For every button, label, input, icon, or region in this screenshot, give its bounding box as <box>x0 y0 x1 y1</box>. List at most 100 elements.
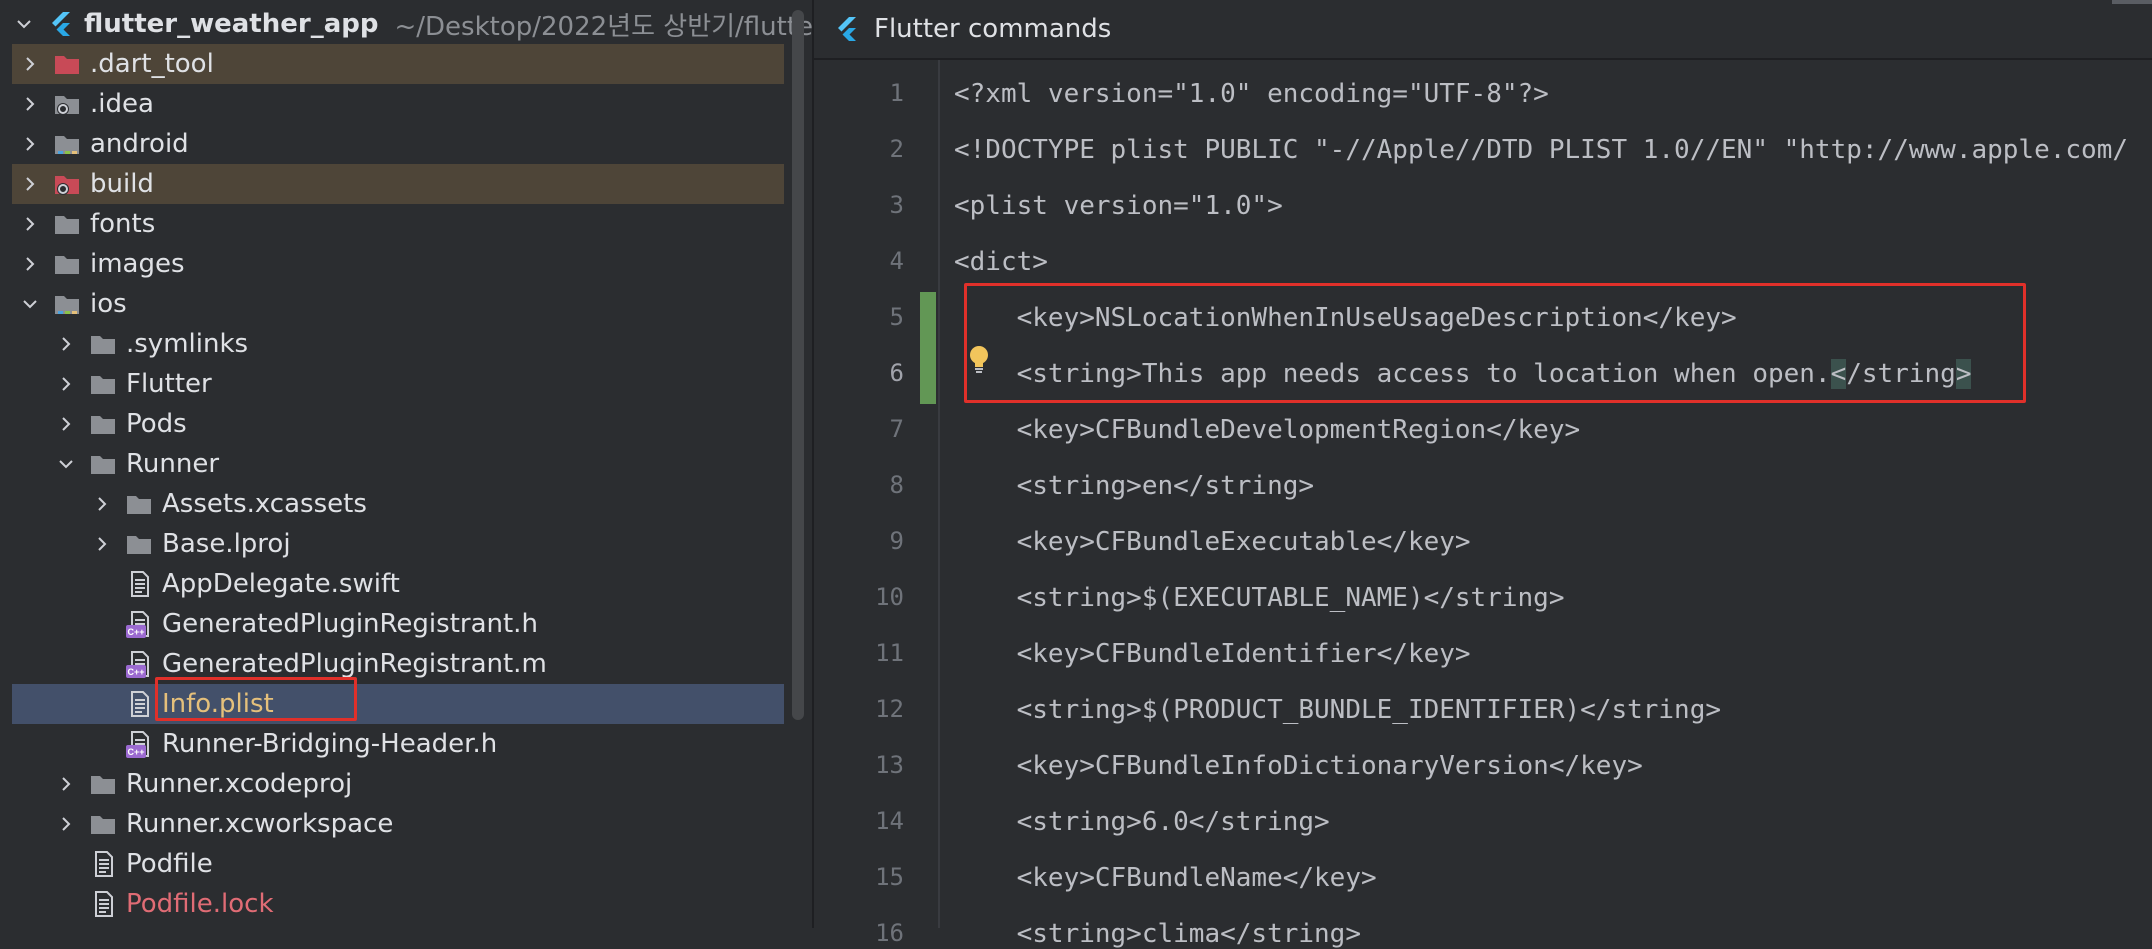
code-line[interactable]: <key>CFBundleName</key> <box>954 863 1377 893</box>
tree-item-label: GeneratedPluginRegistrant.h <box>162 609 538 639</box>
code-line[interactable]: <string>$(EXECUTABLE_NAME)</string> <box>954 583 1565 613</box>
folder-icon <box>88 809 118 839</box>
folder-icon <box>88 329 118 359</box>
tree-item[interactable]: images <box>12 244 784 284</box>
code-line[interactable]: <string>en</string> <box>954 471 1314 501</box>
tree-item[interactable]: .dart_tool <box>12 44 784 84</box>
code-line[interactable]: <key>CFBundleInfoDictionaryVersion</key> <box>954 751 1643 781</box>
tree-item[interactable]: AppDelegate.swift <box>12 564 784 604</box>
code-line[interactable]: <string>clima</string> <box>954 919 1361 949</box>
tree-item[interactable]: Runner.xcodeproj <box>12 764 784 804</box>
chevron-right-icon[interactable] <box>18 172 42 196</box>
tree-item[interactable]: Base.lproj <box>12 524 784 564</box>
tree-item-label: images <box>90 249 185 279</box>
tree-item[interactable]: Assets.xcassets <box>12 484 784 524</box>
code-line[interactable]: <plist version="1.0"> <box>954 191 1283 221</box>
chevron-down-icon[interactable] <box>12 12 36 36</box>
line-number: 10 <box>875 583 904 611</box>
svg-text:C++: C++ <box>127 747 144 757</box>
tree-item-label: Runner <box>126 449 220 479</box>
chevron-right-icon[interactable] <box>90 532 114 556</box>
code-line[interactable]: <key>CFBundleDevelopmentRegion</key> <box>954 415 1581 445</box>
folder-icon <box>88 409 118 439</box>
folder-icon <box>88 369 118 399</box>
code-line[interactable]: <key>CFBundleExecutable</key> <box>954 527 1471 557</box>
line-number: 8 <box>889 471 904 499</box>
tree-item[interactable]: Podfile <box>12 844 784 884</box>
chevron-right-icon[interactable] <box>54 332 78 356</box>
cpp-file-icon: C++ <box>124 729 154 759</box>
chevron-right-icon[interactable] <box>18 252 42 276</box>
line-number: 3 <box>889 191 904 219</box>
tree-item[interactable]: android <box>12 124 784 164</box>
line-number: 14 <box>875 807 904 835</box>
folder-icon <box>52 249 82 279</box>
line-number: 13 <box>875 751 904 779</box>
info-plist-highlight-box <box>155 677 357 721</box>
chevron-right-icon[interactable] <box>18 92 42 116</box>
chevron-right-icon[interactable] <box>90 492 114 516</box>
tree-item[interactable]: Pods <box>12 404 784 444</box>
chevron-down-icon[interactable] <box>18 292 42 316</box>
svg-text:C++: C++ <box>127 667 144 677</box>
tree-item[interactable]: C++ GeneratedPluginRegistrant.h <box>12 604 784 644</box>
code-line[interactable]: <key>CFBundleIdentifier</key> <box>954 639 1471 669</box>
chevron-placeholder <box>54 852 78 876</box>
tree-item[interactable]: .symlinks <box>12 324 784 364</box>
chevron-right-icon[interactable] <box>18 132 42 156</box>
project-root-row[interactable]: flutter_weather_app ~/Desktop/2022년도 상반기… <box>12 4 812 44</box>
editor-tab-title: Flutter commands <box>874 14 1112 44</box>
code-line[interactable]: <?xml version="1.0" encoding="UTF-8"?> <box>954 79 1549 109</box>
chevron-right-icon[interactable] <box>18 212 42 236</box>
line-number: 15 <box>875 863 904 891</box>
line-number: 12 <box>875 695 904 723</box>
file-icon <box>88 889 118 919</box>
chevron-placeholder <box>90 652 114 676</box>
tree-item[interactable]: Runner <box>12 444 784 484</box>
code-line[interactable]: <string>6.0</string> <box>954 807 1330 837</box>
chevron-right-icon[interactable] <box>54 372 78 396</box>
chevron-down-icon[interactable] <box>54 452 78 476</box>
chevron-placeholder <box>54 892 78 916</box>
tree-item[interactable]: Runner.xcworkspace <box>12 804 784 844</box>
code-line[interactable]: <dict> <box>954 247 1048 277</box>
line-number: 6 <box>889 359 904 387</box>
module-folder-icon <box>52 289 82 319</box>
tree-item[interactable]: fonts <box>12 204 784 244</box>
folder-icon <box>52 209 82 239</box>
tree-item[interactable]: ios <box>12 284 784 324</box>
tree-item-label: .idea <box>90 89 154 119</box>
tree-item[interactable]: Info.plist <box>12 684 784 724</box>
chevron-right-icon[interactable] <box>18 52 42 76</box>
chevron-right-icon[interactable] <box>54 812 78 836</box>
tree-item-label: fonts <box>90 209 156 239</box>
flutter-icon <box>838 17 856 41</box>
tree-item[interactable]: Podfile.lock <box>12 884 784 924</box>
chevron-right-icon[interactable] <box>54 772 78 796</box>
tree-item[interactable]: C++ GeneratedPluginRegistrant.m <box>12 644 784 684</box>
file-icon <box>124 689 154 719</box>
project-name: flutter_weather_app <box>84 9 379 39</box>
settings-folder-icon <box>52 89 82 119</box>
svg-text:C++: C++ <box>127 627 144 637</box>
change-marker[interactable] <box>920 348 936 404</box>
code-line[interactable]: <string>$(PRODUCT_BUNDLE_IDENTIFIER)</st… <box>954 695 1721 725</box>
change-marker[interactable] <box>920 292 936 348</box>
editor-scroll-indicator <box>2112 0 2152 4</box>
editor-tab[interactable]: Flutter commands <box>814 0 2152 60</box>
project-scrollbar[interactable] <box>792 10 804 720</box>
tree-item[interactable]: .idea <box>12 84 784 124</box>
chevron-placeholder <box>90 732 114 756</box>
tree-item[interactable]: Flutter <box>12 364 784 404</box>
code-line[interactable]: <!DOCTYPE plist PUBLIC "-//Apple//DTD PL… <box>954 135 2128 165</box>
line-number: 7 <box>889 415 904 443</box>
chevron-right-icon[interactable] <box>54 412 78 436</box>
tree-item[interactable]: build <box>12 164 784 204</box>
file-icon <box>124 569 154 599</box>
cpp-file-icon: C++ <box>124 649 154 679</box>
tree-item-label: Pods <box>126 409 187 439</box>
tree-item-label: Runner.xcworkspace <box>126 809 394 839</box>
tree-item[interactable]: C++ Runner-Bridging-Header.h <box>12 724 784 764</box>
tree-item-label: build <box>90 169 154 199</box>
tree-item-label: Runner.xcodeproj <box>126 769 353 799</box>
